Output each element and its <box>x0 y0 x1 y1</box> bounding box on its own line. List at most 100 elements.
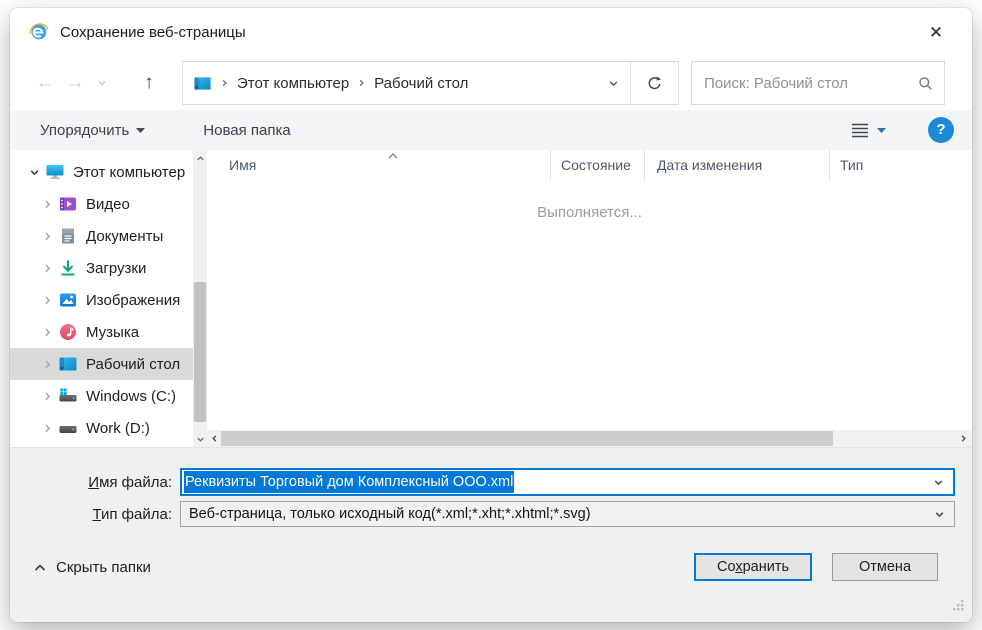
chevron-right-icon[interactable] <box>38 263 56 274</box>
chevron-right-icon <box>357 78 366 88</box>
new-folder-button[interactable]: Новая папка <box>203 122 290 139</box>
filetype-label: Тип файла: <box>10 506 172 523</box>
scroll-right-icon[interactable] <box>956 434 970 443</box>
search-input[interactable] <box>704 75 917 92</box>
video-icon <box>58 194 78 214</box>
column-header-date-modified[interactable]: Дата изменения <box>644 150 829 180</box>
scrollbar-thumb[interactable] <box>194 282 206 422</box>
up-button[interactable]: ↑ <box>134 68 164 98</box>
horizontal-scrollbar[interactable] <box>207 430 972 447</box>
breadcrumb-item-this-pc[interactable]: Этот компьютер <box>237 75 349 92</box>
drive-icon <box>58 418 78 438</box>
cancel-button[interactable]: Отмена <box>832 553 938 581</box>
sidebar-item-windows-c[interactable]: Windows (C:) <box>10 380 193 412</box>
sidebar-item-documents[interactable]: Документы <box>10 220 193 252</box>
chevron-right-icon[interactable] <box>38 295 56 306</box>
dropdown-triangle-icon <box>877 128 886 133</box>
sidebar-item-label: Рабочий стол <box>86 356 180 373</box>
sidebar-item-pictures[interactable]: Изображения <box>10 284 193 316</box>
dropdown-triangle-icon <box>136 128 145 133</box>
refresh-button[interactable] <box>630 62 678 104</box>
column-header-status[interactable]: Состояние <box>550 150 644 180</box>
sidebar-item-this-pc[interactable]: Этот компьютер <box>10 156 193 188</box>
documents-icon <box>58 226 78 246</box>
search-icon[interactable] <box>917 75 934 92</box>
sidebar-item-label: Windows (C:) <box>86 388 176 405</box>
filetype-value: Веб-страница, только исходный код(*.xml;… <box>189 506 591 522</box>
view-selector-button[interactable] <box>851 123 886 138</box>
chevron-down-icon[interactable] <box>933 477 944 488</box>
chevron-down-icon[interactable] <box>934 509 945 520</box>
chevron-right-icon[interactable] <box>38 231 56 242</box>
command-toolbar: Упорядочить Новая папка ? <box>10 110 972 150</box>
back-button[interactable]: ← <box>30 68 60 98</box>
sort-ascending-icon <box>387 147 399 163</box>
breadcrumb-item-desktop[interactable]: Рабочий стол <box>374 75 468 92</box>
sidebar-item-label: Документы <box>86 228 163 245</box>
scroll-up-icon[interactable] <box>193 150 207 166</box>
column-header-name[interactable]: Имя <box>207 150 550 180</box>
windows-drive-icon <box>58 386 78 406</box>
filename-label: Имя файла: <box>10 474 172 491</box>
chevron-right-icon <box>220 78 229 88</box>
file-list-body: Выполняется... <box>207 180 972 430</box>
desktop-icon <box>193 74 212 93</box>
forward-button[interactable]: → <box>60 68 90 98</box>
ie-logo-icon <box>28 21 50 43</box>
recent-locations-chevron-icon[interactable] <box>90 78 114 88</box>
loading-status-text: Выполняется... <box>537 204 642 221</box>
save-dialog-window: Сохранение веб-страницы ✕ ← → ↑ <box>10 8 972 622</box>
close-button[interactable]: ✕ <box>922 20 950 46</box>
sidebar-item-label: Видео <box>86 196 130 213</box>
sidebar-item-label: Загрузки <box>86 260 146 277</box>
save-button[interactable]: Сохранить <box>694 553 812 581</box>
sidebar-item-label: Музыка <box>86 324 139 341</box>
navigation-pane: Этот компьютер Видео <box>10 150 193 447</box>
chevron-right-icon[interactable] <box>38 199 56 210</box>
filename-input[interactable]: Реквизиты Торговый дом Комплексный ООО.x… <box>180 468 955 496</box>
chevron-right-icon[interactable] <box>38 359 56 370</box>
sidebar-item-label: Изображения <box>86 292 180 309</box>
refresh-icon <box>646 75 663 92</box>
filename-selected-text: Реквизиты Торговый дом Комплексный ООО.x… <box>184 471 514 493</box>
sidebar-item-music[interactable]: Музыка <box>10 316 193 348</box>
organize-button[interactable]: Упорядочить <box>40 122 145 139</box>
desktop-icon <box>58 354 78 374</box>
column-headers: Имя Состояние Дата изменения Тип <box>207 150 972 180</box>
footer-bar: Скрыть папки Сохранить Отмена <box>10 553 972 581</box>
dialog-title: Сохранение веб-страницы <box>60 24 246 41</box>
file-list: Имя Состояние Дата изменения Тип Выполня… <box>207 150 972 447</box>
sidebar-item-work-d[interactable]: Work (D:) <box>10 412 193 444</box>
organize-label: Упорядочить <box>40 122 129 139</box>
new-folder-label: Новая папка <box>203 122 290 139</box>
address-bar[interactable]: Этот компьютер Рабочий стол <box>182 61 679 105</box>
breadcrumb: Этот компьютер Рабочий стол <box>183 62 597 104</box>
hide-folders-button[interactable]: Скрыть папки <box>34 559 151 576</box>
chevron-right-icon[interactable] <box>38 423 56 434</box>
search-box[interactable] <box>691 61 945 105</box>
column-header-type[interactable]: Тип <box>829 150 972 180</box>
sidebar-item-downloads[interactable]: Загрузки <box>10 252 193 284</box>
dialog-content: Этот компьютер Видео <box>10 150 972 447</box>
filetype-select[interactable]: Веб-страница, только исходный код(*.xml;… <box>180 501 955 527</box>
bottom-panel: Имя файла: Реквизиты Торговый дом Компле… <box>10 447 972 622</box>
computer-icon <box>45 162 65 182</box>
sidebar-item-desktop[interactable]: Рабочий стол <box>10 348 193 380</box>
address-dropdown-chevron-icon[interactable] <box>597 62 630 104</box>
resize-grip[interactable] <box>952 599 965 617</box>
scrollbar-thumb[interactable] <box>221 431 833 446</box>
sidebar-item-label: Этот компьютер <box>73 164 185 181</box>
chevron-down-icon[interactable] <box>25 167 43 178</box>
navigation-bar: ← → ↑ Этот компьют <box>10 56 972 110</box>
sidebar-item-videos[interactable]: Видео <box>10 188 193 220</box>
sidebar-scrollbar[interactable] <box>193 150 207 447</box>
scroll-left-icon[interactable] <box>207 434 221 443</box>
pictures-icon <box>58 290 78 310</box>
chevron-right-icon[interactable] <box>38 391 56 402</box>
chevron-right-icon[interactable] <box>38 327 56 338</box>
downloads-icon <box>58 258 78 278</box>
help-button[interactable]: ? <box>928 117 954 143</box>
hide-folders-label: Скрыть папки <box>56 559 151 576</box>
sidebar-item-label: Work (D:) <box>86 420 150 437</box>
scroll-down-icon[interactable] <box>193 431 207 447</box>
